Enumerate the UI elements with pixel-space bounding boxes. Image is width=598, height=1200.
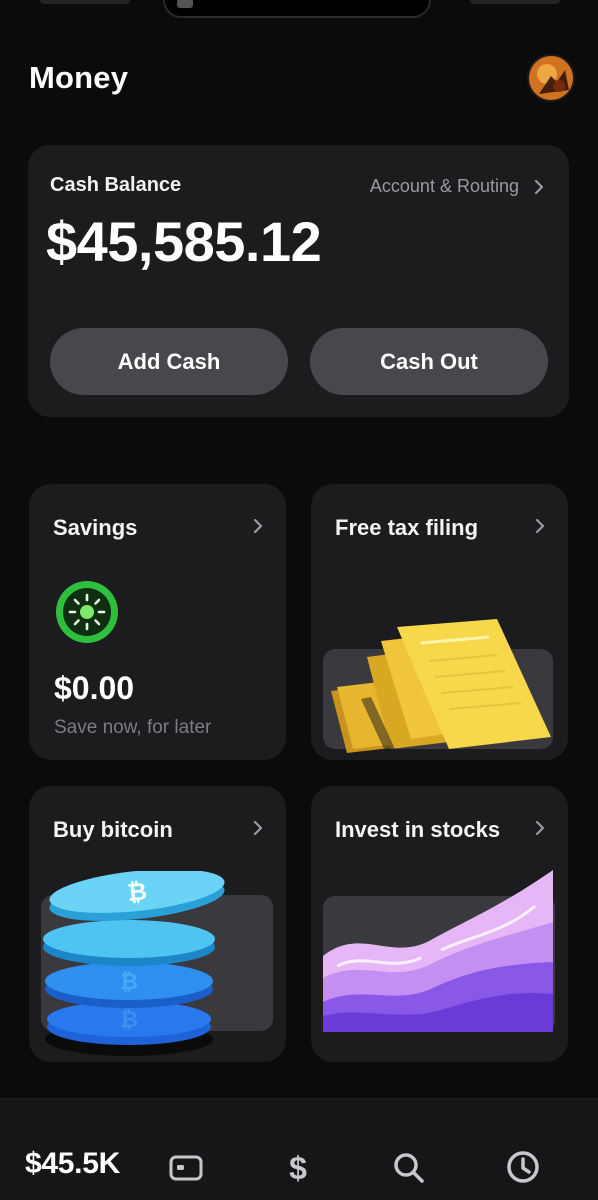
chevron-right-icon: [534, 179, 544, 194]
tax-documents-illustration: [323, 619, 553, 753]
tile-title: Free tax filing: [335, 515, 479, 540]
card-icon[interactable]: [168, 1149, 204, 1185]
savings-sun-icon: [56, 581, 118, 643]
cash-balance-card: Cash Balance Account & Routing $45,585.1…: [28, 145, 569, 417]
cash-out-button[interactable]: Cash Out: [310, 328, 548, 395]
search-icon[interactable]: [391, 1149, 427, 1185]
chevron-right-icon: [535, 518, 545, 534]
svg-text:₿: ₿: [120, 969, 138, 994]
status-time: [40, 0, 130, 4]
cash-balance-amount: $45,585.12: [46, 210, 322, 273]
clock-icon[interactable]: [505, 1149, 541, 1185]
invest-in-stocks-tile[interactable]: Invest in stocks: [311, 786, 568, 1062]
dynamic-island: [163, 0, 431, 18]
bottom-nav: $45.5K $: [0, 1098, 598, 1200]
free-tax-filing-tile[interactable]: Free tax filing: [311, 484, 568, 760]
savings-subtitle: Save now, for later: [54, 717, 212, 738]
dollar-icon[interactable]: $: [280, 1149, 316, 1185]
tile-title: Savings: [53, 515, 138, 540]
svg-text:₿: ₿: [120, 1007, 138, 1032]
status-bar: [0, 0, 598, 20]
avatar-image: [529, 56, 573, 100]
camera-icon: [177, 0, 193, 8]
tile-title: Invest in stocks: [335, 817, 501, 842]
cash-balance-label: Cash Balance: [50, 174, 182, 196]
svg-text:₿: ₿: [126, 878, 148, 907]
chevron-right-icon: [535, 820, 545, 836]
avatar[interactable]: [527, 54, 575, 102]
svg-text:$: $: [289, 1150, 307, 1185]
stocks-waves-illustration: [323, 870, 555, 1032]
status-indicators: [470, 0, 560, 4]
bitcoin-coins-illustration: ₿ ₿ ₿: [41, 871, 273, 1056]
chevron-right-icon: [253, 820, 263, 836]
tile-title: Buy bitcoin: [53, 817, 173, 842]
page-title: Money: [29, 60, 129, 95]
account-routing-link[interactable]: Account & Routing: [370, 176, 545, 197]
nav-balance-tab[interactable]: $45.5K: [25, 1147, 120, 1181]
chevron-right-icon: [253, 518, 263, 534]
account-routing-label: Account & Routing: [369, 176, 519, 196]
savings-tile[interactable]: Savings $0.00 Save now, for later: [29, 484, 286, 760]
add-cash-button[interactable]: Add Cash: [50, 328, 288, 395]
savings-amount: $0.00: [54, 670, 135, 706]
buy-bitcoin-tile[interactable]: Buy bitcoin ₿ ₿ ₿: [29, 786, 286, 1062]
